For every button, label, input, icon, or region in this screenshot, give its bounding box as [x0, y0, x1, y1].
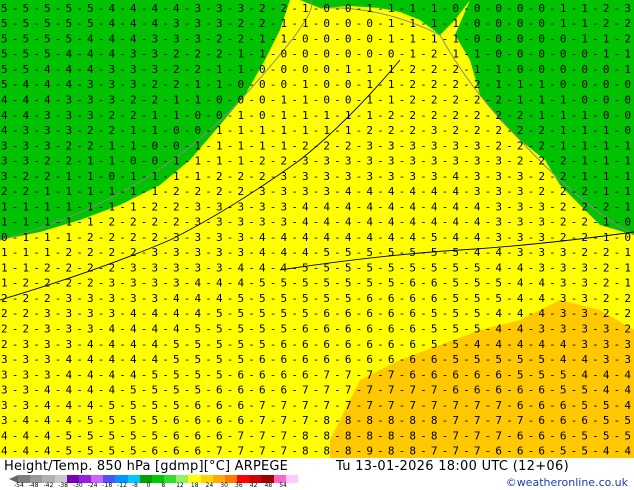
credit-link[interactable]: ©weatheronline.co.uk	[506, 476, 628, 489]
colorbar-ticks: -54 -48 -42 -38 -30 -24 -18 -12 -8 0 8 12 18 24 30 36 42…	[14, 482, 298, 490]
map-area: 5-5-5-5-5-4-4-4-4-3-3-3-2-2-1-0-0-1-1-1-…	[0, 0, 634, 458]
valid-time: Tu 13-01-2026 18:00 UTC (12+06)	[336, 459, 569, 474]
footer-bar: Height/Temp. 850 hPa [gdmp][°C] ARPEGE T…	[0, 458, 634, 490]
map-title: Height/Temp. 850 hPa [gdmp][°C] ARPEGE	[4, 459, 289, 474]
temperature-map: 5-5-5-5-5-4-4-4-4-3-3-3-2-2-1-0-0-1-1-1-…	[0, 0, 634, 458]
colorbar-tick-label: 54	[279, 482, 287, 489]
